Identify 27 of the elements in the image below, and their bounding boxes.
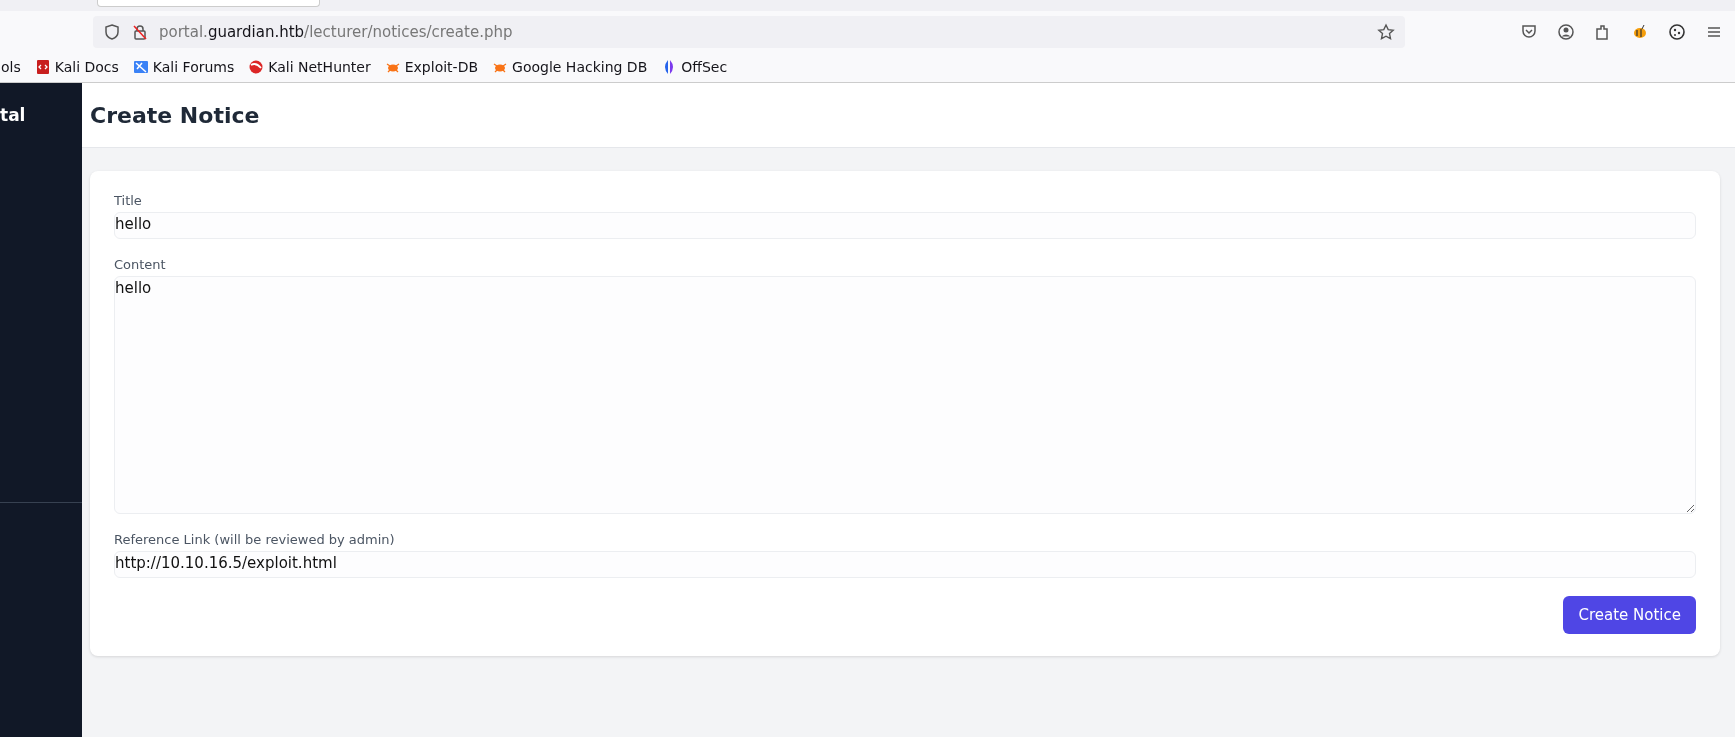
- pocket-icon[interactable]: [1520, 22, 1538, 41]
- field-label: Title: [114, 193, 143, 208]
- input-field[interactable]: http://10.10.16.5/exploit.html: [114, 551, 1696, 578]
- bookmark-item[interactable]: Google Hacking DB: [492, 59, 648, 75]
- field-label: Content: [114, 257, 167, 272]
- content-field[interactable]: hello: [114, 276, 1696, 514]
- input-field[interactable]: hello: [114, 212, 1696, 239]
- cookie-icon[interactable]: [1668, 22, 1686, 41]
- bookmark-item[interactable]: Kali Docs: [34, 59, 119, 75]
- bookmark-item[interactable]: Kali Forums: [132, 59, 235, 75]
- sidebar-title: tal: [0, 105, 26, 125]
- insecure-lock-icon[interactable]: [131, 22, 149, 41]
- star-icon[interactable]: [1377, 22, 1395, 41]
- address-bar[interactable]: portal.guardian.htb/lecturer/notices/create.php: [93, 15, 1405, 48]
- bookmark-item[interactable]: Kali NetHunter: [248, 59, 371, 75]
- bookmark-item[interactable]: ols: [1, 59, 21, 75]
- book-icon: [34, 59, 51, 75]
- create-notice-button[interactable]: Create Notice: [1563, 596, 1696, 634]
- field-label: Reference Link (will be reviewed by admin): [114, 532, 396, 547]
- url-text: portal.guardian.htb/lecturer/notices/create.php: [159, 22, 513, 41]
- bee-icon[interactable]: [1631, 22, 1649, 41]
- bookmark-item[interactable]: OffSec: [661, 59, 728, 75]
- shield-icon[interactable]: [103, 22, 121, 41]
- nethunter-icon: [248, 59, 265, 75]
- account-icon[interactable]: [1557, 22, 1575, 41]
- page-title: Create Notice: [90, 102, 260, 128]
- bookmark-item[interactable]: Exploit-DB: [384, 59, 479, 75]
